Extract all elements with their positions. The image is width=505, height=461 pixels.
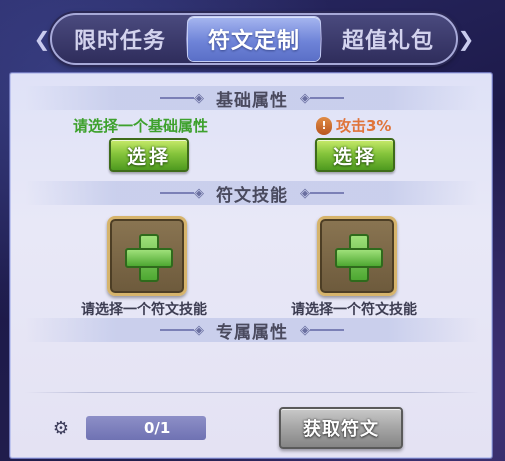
ornament-right-icon: ◈ [300,187,344,200]
rune-customize-panel: ◈ 基础属性 ◈ 请选择一个基础属性 ! 攻击3% 选择 选择 ◈ 符文技能 ◈… [10,73,492,458]
footer-divider [25,392,479,393]
ornament-right-icon: ◈ [300,324,344,337]
plus-icon [335,234,383,282]
tab-limited-tasks[interactable]: 限时任务 [54,17,186,61]
section-header-skill: ◈ 符文技能 ◈ [25,181,479,206]
ornament-left-icon: ◈ [160,187,204,200]
section-header-base: ◈ 基础属性 ◈ [25,86,479,111]
select-base-attr-button-left[interactable]: 选择 [109,138,189,172]
ornament-left-icon: ◈ [160,324,204,337]
section-title: 基础属性 [216,90,288,111]
attack-attr: ! 攻击3% [316,115,391,136]
attack-shield-icon: ! [316,116,332,135]
rune-counter: 0/1 [86,416,206,440]
tab-bar: 限时任务 符文定制 超值礼包 [50,13,458,65]
tab-bar-ornament-right-icon: ❯ [457,27,475,51]
tab-value-pack[interactable]: 超值礼包 [322,17,454,61]
section-header-exclusive: ◈ 专属属性 ◈ [25,318,479,343]
section-title: 专属属性 [216,322,288,343]
skill-slot-left[interactable] [107,216,187,296]
section-title: 符文技能 [216,185,288,206]
select-base-attr-button-right[interactable]: 选择 [315,138,395,172]
skill-slot-left-label: 请选择一个符文技能 [81,302,207,318]
obtain-rune-button[interactable]: 获取符文 [279,407,403,449]
rune-token-icon: ⚙ [52,417,70,439]
ornament-left-icon: ◈ [160,92,204,105]
attack-attr-value: 攻击3% [336,117,392,135]
tab-rune-customize[interactable]: 符文定制 [188,17,320,61]
rune-counter-value: 0/1 [144,419,171,437]
base-attr-prompt: 请选择一个基础属性 [73,117,209,135]
ornament-right-icon: ◈ [300,92,344,105]
skill-slot-right-label: 请选择一个符文技能 [291,302,417,318]
plus-icon [125,234,173,282]
skill-slot-right[interactable] [317,216,397,296]
